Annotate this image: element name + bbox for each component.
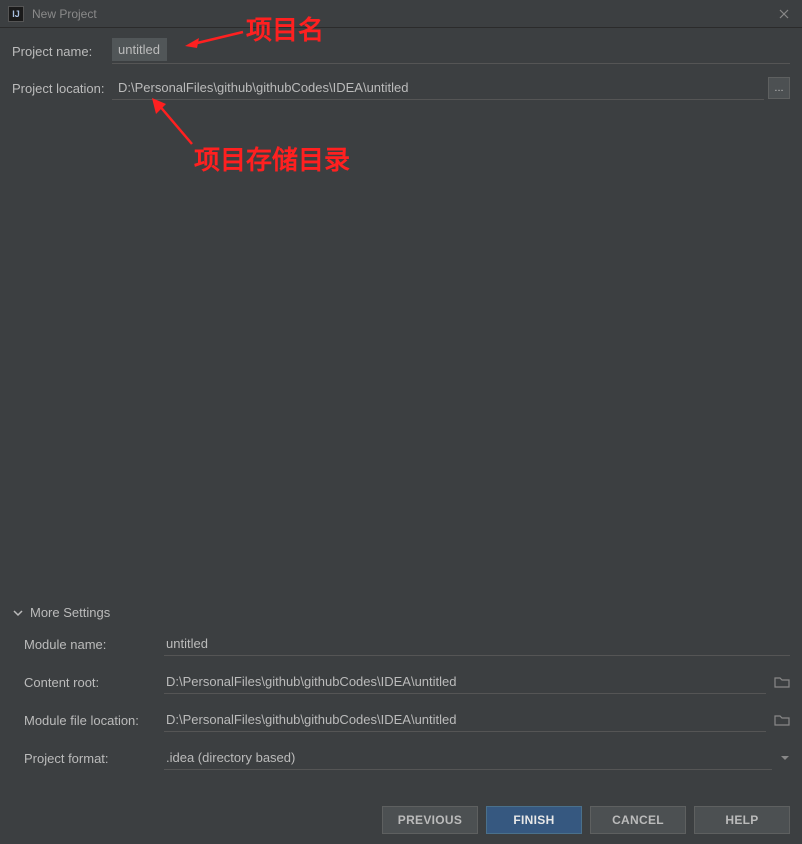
- project-location-input[interactable]: [112, 76, 764, 100]
- browse-location-button[interactable]: ...: [768, 77, 790, 99]
- main-content: Project name: untitled Project location:…: [0, 28, 802, 122]
- module-file-location-row: Module file location:: [24, 708, 790, 732]
- chevron-down-icon: [780, 753, 790, 763]
- more-settings-section: More Settings Module name: Content root:…: [12, 605, 790, 784]
- module-name-row: Module name:: [24, 632, 790, 656]
- annotation-project-storage: 项目存储目录: [194, 140, 350, 177]
- content-root-label: Content root:: [24, 675, 164, 690]
- more-settings-label: More Settings: [30, 605, 110, 620]
- finish-button[interactable]: FINISH: [486, 806, 582, 834]
- project-name-input[interactable]: untitled: [112, 38, 167, 61]
- module-file-location-input[interactable]: [164, 708, 766, 732]
- project-format-label: Project format:: [24, 751, 164, 766]
- folder-icon[interactable]: [774, 713, 790, 727]
- project-format-select[interactable]: .idea (directory based): [164, 746, 772, 770]
- close-icon[interactable]: [774, 4, 794, 24]
- titlebar: IJ New Project: [0, 0, 802, 28]
- module-name-input[interactable]: [164, 632, 790, 656]
- project-name-row: Project name: untitled: [12, 38, 790, 64]
- chevron-down-icon: [12, 607, 24, 619]
- more-settings-body: Module name: Content root: Module file l…: [12, 632, 790, 770]
- project-location-label: Project location:: [12, 81, 112, 96]
- cancel-button[interactable]: CANCEL: [590, 806, 686, 834]
- project-format-row: Project format: .idea (directory based): [24, 746, 790, 770]
- ij-app-icon: IJ: [8, 6, 24, 22]
- project-name-input-wrap: untitled: [112, 38, 790, 64]
- window-title: New Project: [32, 7, 774, 21]
- module-name-label: Module name:: [24, 637, 164, 652]
- module-file-location-label: Module file location:: [24, 713, 164, 728]
- content-root-row: Content root:: [24, 670, 790, 694]
- more-settings-toggle[interactable]: More Settings: [12, 605, 790, 620]
- previous-button[interactable]: PREVIOUS: [382, 806, 478, 834]
- project-location-row: Project location: ...: [12, 76, 790, 100]
- content-root-input[interactable]: [164, 670, 766, 694]
- project-name-label: Project name:: [12, 44, 112, 59]
- button-bar: PREVIOUS FINISH CANCEL HELP: [382, 806, 790, 834]
- help-button[interactable]: HELP: [694, 806, 790, 834]
- folder-icon[interactable]: [774, 675, 790, 689]
